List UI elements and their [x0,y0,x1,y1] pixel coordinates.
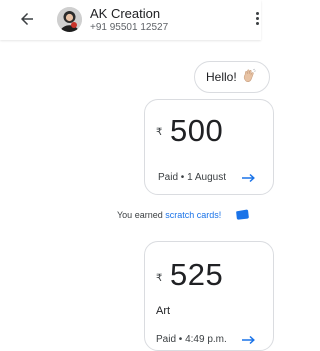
more-vert-icon[interactable] [253,12,261,28]
arrow-right-icon[interactable] [242,335,256,345]
payment-amount: 525 [170,257,224,292]
back-arrow-icon[interactable] [18,10,36,28]
chat-header: AK Creation +91 95501 12527 [0,0,261,40]
payment-note: Art [156,305,171,317]
avatar[interactable] [57,7,82,32]
payment-status: Paid • 4:49 p.m. [156,334,227,345]
payment-status: Paid • 1 August [158,172,226,183]
currency-symbol: ₹ [156,127,163,138]
scratch-card-icon[interactable] [236,209,249,220]
arrow-right-icon[interactable] [242,173,256,183]
message-text: Hello! [206,70,237,84]
avatar-photo-icon [57,7,82,32]
payment-card[interactable]: ₹ 525 Art Paid • 4:49 p.m. [144,241,274,351]
contact-phone: +91 95501 12527 [90,22,169,33]
waving-hand-icon [243,68,256,82]
reward-prefix: You earned [117,210,166,220]
contact-name[interactable]: AK Creation [90,6,160,21]
payment-card[interactable]: ₹ 500 Paid • 1 August [144,99,274,195]
scratch-cards-link[interactable]: scratch cards! [165,210,221,220]
payment-amount: 500 [170,113,224,148]
currency-symbol: ₹ [156,273,163,284]
message-bubble[interactable]: Hello! [194,61,270,93]
